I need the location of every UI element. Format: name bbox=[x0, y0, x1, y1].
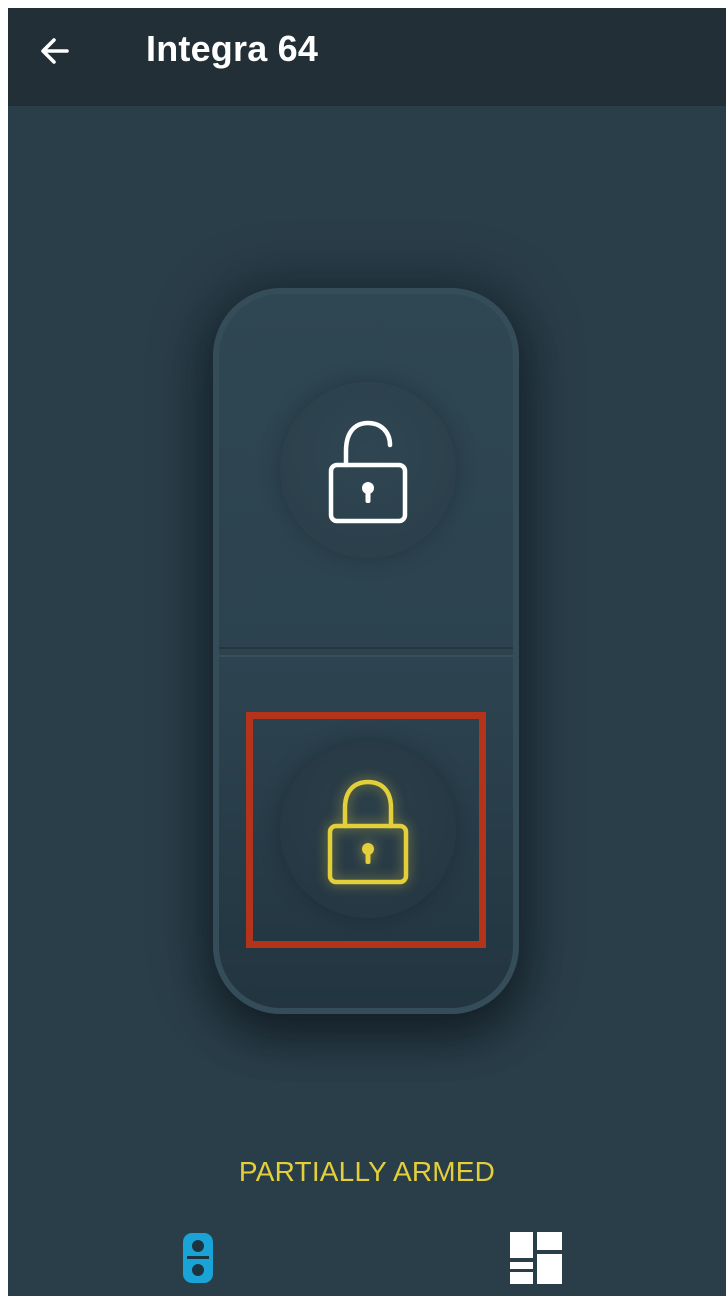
switch-divider bbox=[219, 647, 513, 657]
status-text: PARTIALLY ARMED bbox=[238, 1156, 496, 1187]
locked-padlock-icon bbox=[327, 779, 409, 885]
disarm-button[interactable] bbox=[280, 382, 456, 558]
switch-lower-half bbox=[219, 657, 513, 1008]
dashboard-grid-icon bbox=[510, 1232, 562, 1284]
app-screen: Integra 64 PARTIALLY ARMED bbox=[8, 8, 726, 1296]
app-bar: Integra 64 bbox=[8, 8, 726, 106]
keypad-switch-icon bbox=[183, 1233, 213, 1283]
arrow-left-icon bbox=[41, 38, 69, 64]
nav-item-dashboard[interactable] bbox=[506, 1228, 566, 1288]
bottom-nav bbox=[8, 1218, 726, 1296]
nav-item-switch[interactable] bbox=[168, 1228, 228, 1288]
unlocked-padlock-icon bbox=[328, 420, 408, 524]
back-button[interactable] bbox=[30, 26, 80, 76]
page-title: Integra 64 bbox=[146, 28, 319, 69]
arm-button[interactable] bbox=[280, 742, 456, 918]
arm-switch bbox=[213, 288, 519, 1014]
